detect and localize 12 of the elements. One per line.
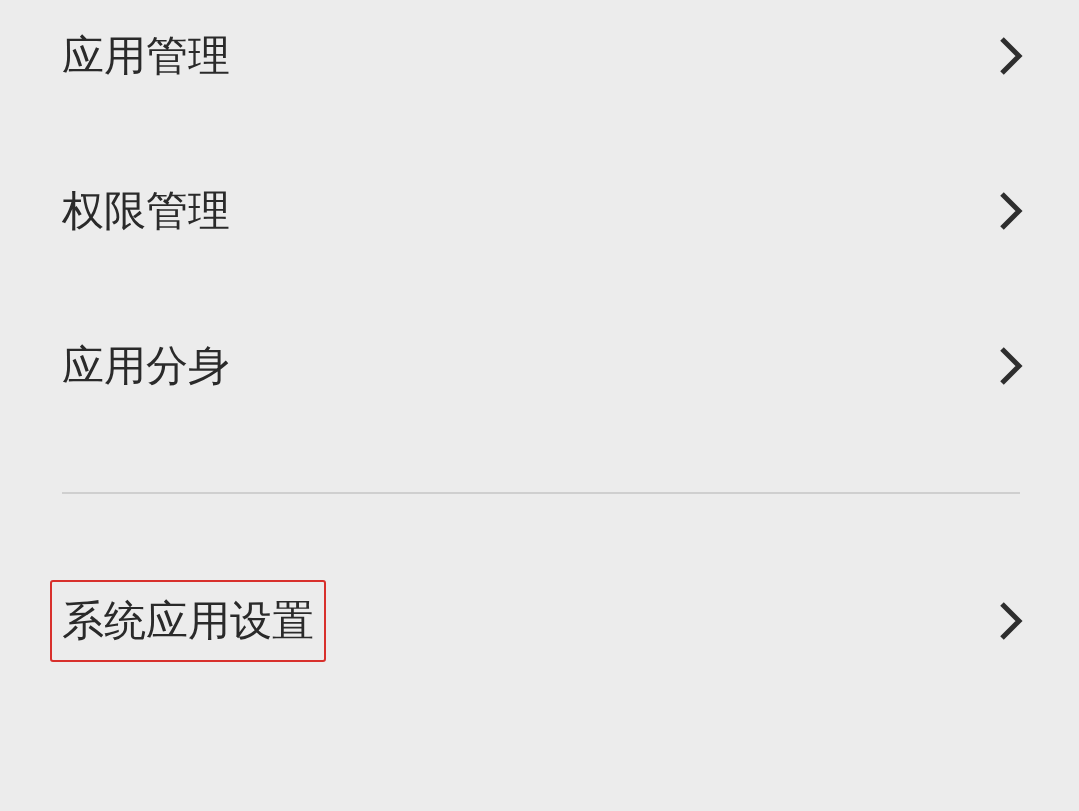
settings-item[interactable]: 权限管理 — [0, 133, 1079, 288]
chevron-right-icon — [999, 345, 1023, 386]
item-label: 系统应用设置 — [50, 579, 326, 662]
chevron-right-icon — [999, 190, 1023, 231]
settings-item[interactable]: 应用分身 — [0, 288, 1079, 443]
item-label: 应用管理 — [61, 29, 231, 82]
settings-item[interactable]: 应用管理 — [0, 0, 1079, 133]
settings-item[interactable]: 系统应用设置 — [0, 543, 1079, 698]
chevron-right-icon — [999, 35, 1023, 76]
item-label: 权限管理 — [61, 184, 231, 237]
item-label: 应用分身 — [61, 339, 231, 392]
chevron-right-icon — [999, 600, 1023, 641]
